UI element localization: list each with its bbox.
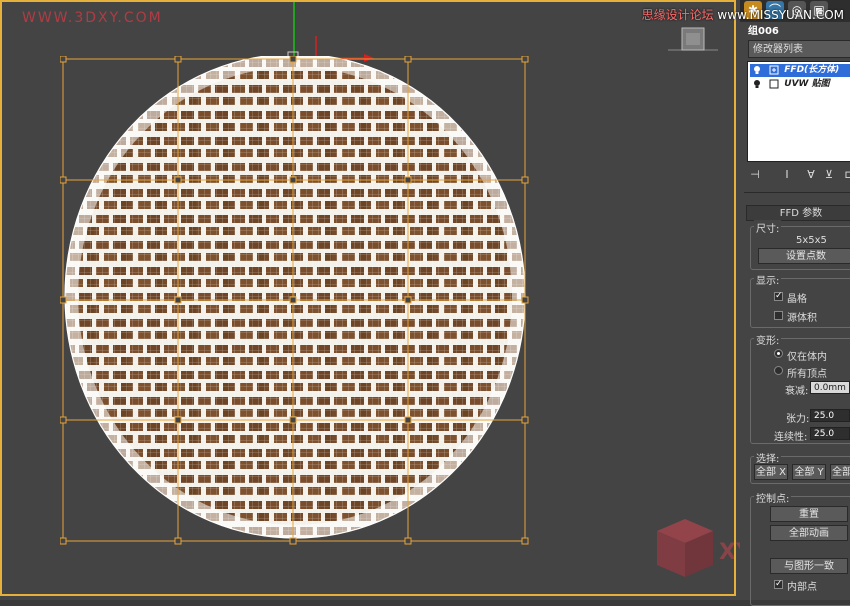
- animate-all-button[interactable]: 全部动画: [770, 525, 848, 541]
- all-y-button[interactable]: 全部 Y: [792, 464, 826, 480]
- modifier-stack[interactable]: FFD(长方体) 5x5 UVW 贴图: [747, 61, 850, 162]
- conform-to-shape-button[interactable]: 与图形一致: [770, 558, 848, 574]
- set-points-button[interactable]: 设置点数: [758, 248, 850, 264]
- expand-icon[interactable]: [769, 79, 779, 89]
- lightbulb-icon[interactable]: [752, 65, 762, 75]
- configure-icon[interactable]: ⊏: [840, 168, 850, 182]
- rollout-ffd-params[interactable]: FFD 参数: [746, 205, 850, 221]
- deform-label: 变形:: [754, 332, 782, 347]
- dimensions-value: 5x5x5: [796, 235, 827, 246]
- continuity-label: 连续性:: [774, 432, 808, 443]
- tension-spinner[interactable]: 25.0: [810, 409, 850, 422]
- inside-points-checkbox[interactable]: ✓: [774, 580, 783, 589]
- stack-item-ffd[interactable]: FFD(长方体) 5x5: [750, 64, 850, 88]
- command-panel: ✱ ⌒ ◎ ▣ 组006 修改器列表 FFD(长方体) 5x5 UVW 贴图 ⊣…: [740, 0, 850, 606]
- reset-button[interactable]: 重置: [770, 506, 848, 522]
- lightbulb-icon[interactable]: [752, 79, 762, 89]
- show-end-icon[interactable]: Ⅰ: [778, 168, 796, 182]
- inside-points-label: 内部点: [787, 582, 817, 593]
- display-label: 显示:: [754, 272, 782, 287]
- lattice-label: 晶格: [787, 294, 807, 305]
- dimensions-label: 尺寸:: [754, 220, 782, 235]
- site-watermark-right: www.MISSYUAN.COM: [717, 8, 844, 22]
- selection-label: 选择:: [754, 450, 782, 465]
- remove-icon[interactable]: ⊻: [820, 168, 838, 182]
- continuity-spinner[interactable]: 25.0: [810, 427, 850, 440]
- unique-icon[interactable]: ∀: [802, 168, 820, 182]
- expand-icon[interactable]: [769, 65, 779, 75]
- only-in-volume-radio[interactable]: [774, 349, 783, 358]
- object-name[interactable]: 组006: [748, 22, 779, 37]
- viewport-perspective[interactable]: WWW.3DXY.COM XY: [0, 0, 740, 600]
- rollout-title: FFD 参数: [779, 208, 823, 219]
- tension-label: 张力:: [786, 414, 810, 425]
- stack-item-label: UVW 贴图: [784, 79, 830, 89]
- all-z-button[interactable]: 全部 Z: [830, 464, 850, 480]
- pin-icon[interactable]: ⊣: [746, 168, 764, 182]
- viewport-active-border: [0, 0, 736, 596]
- lattice-checkbox[interactable]: ✓: [774, 292, 783, 301]
- control-points-label: 控制点:: [754, 490, 792, 505]
- modifier-list-dropdown[interactable]: 修改器列表: [748, 40, 850, 58]
- stack-toolbar: ⊣ Ⅰ ∀ ⊻ ⊏: [744, 168, 850, 184]
- divider: [744, 192, 850, 193]
- falloff-spinner[interactable]: 0.0mm: [810, 381, 850, 394]
- all-vertices-label: 所有顶点: [787, 369, 827, 380]
- falloff-label: 衰减:: [785, 386, 809, 397]
- source-volume-checkbox[interactable]: [774, 311, 783, 320]
- only-in-volume-label: 仅在体内: [787, 352, 827, 363]
- stack-item-uvw[interactable]: UVW 贴图: [750, 78, 830, 91]
- all-vertices-radio[interactable]: [774, 366, 783, 375]
- source-volume-label: 源体积: [787, 313, 817, 324]
- all-x-button[interactable]: 全部 X: [754, 464, 788, 480]
- site-watermark: 思缘设计论坛 www.MISSYUAN.COM: [642, 6, 844, 23]
- site-watermark-left: 思缘设计论坛: [641, 8, 714, 22]
